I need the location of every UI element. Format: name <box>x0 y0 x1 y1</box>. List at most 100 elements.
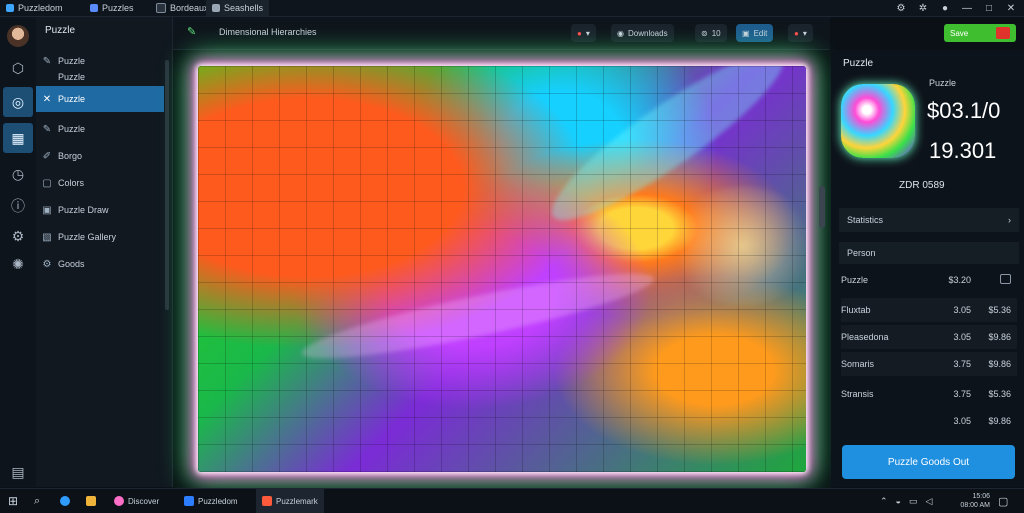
zoom-button[interactable]: ⊚ 10 <box>695 24 727 42</box>
extensions-icon[interactable]: ⚙ <box>890 0 912 16</box>
cube-icon[interactable]: ⬡ <box>3 53 33 83</box>
title-tab-2[interactable]: Puzzles <box>84 0 140 16</box>
record-button[interactable]: ● ▾ <box>571 24 596 42</box>
leaf-icon[interactable]: ✎ <box>187 25 196 38</box>
sidebar-item-2[interactable]: Puzzle <box>36 69 164 85</box>
record-icon <box>996 27 1010 39</box>
panel-title: Puzzle <box>843 58 874 69</box>
settings-icon[interactable]: ✲ <box>912 0 934 16</box>
canvas-path: Dimensional Hierarchies <box>219 27 317 37</box>
info-icon[interactable]: ⓘ <box>3 191 33 221</box>
frame-icon: ▧ <box>42 231 52 243</box>
sidebar: Puzzle ✎ Puzzle Puzzle ✕ Puzzle ✎ Puzzle ✐ B… <box>36 17 173 487</box>
tab-icon <box>212 4 220 12</box>
stop-button[interactable]: ● ▾ <box>788 24 813 42</box>
notifications-icon[interactable]: ▢ <box>998 489 1008 513</box>
sidebar-item-4[interactable]: ✎ Puzzle <box>36 116 164 142</box>
title-tab-1[interactable]: Puzzledom <box>0 0 69 16</box>
chevron-down-icon: ▾ <box>585 28 590 38</box>
app-icon <box>184 496 194 506</box>
taskbar-item-3[interactable]: Puzzlemark <box>256 489 324 513</box>
battery-icon: ▭ <box>908 495 918 506</box>
title-bar: Puzzledom Puzzles Bordeaux Seashells ⚙ ✲… <box>0 0 1024 17</box>
puzzle-board[interactable] <box>198 66 806 472</box>
panel-icon[interactable]: ▤ <box>3 457 33 487</box>
taskbar-item-1[interactable]: Discover <box>114 489 159 513</box>
puzzle-icon[interactable]: ◎ <box>3 87 33 117</box>
table-row[interactable]: Pleasedona 3.05 $9.86 <box>841 325 1017 349</box>
wifi-icon: ◒ <box>895 496 901 506</box>
sidebar-scrollbar[interactable] <box>165 60 169 310</box>
table-header: Person <box>839 242 1019 264</box>
canvas-scrollbar[interactable] <box>819 186 825 228</box>
card-icon <box>1000 274 1011 284</box>
gear-icon[interactable]: ⚙ <box>3 221 33 251</box>
edit-button[interactable]: ▣ Edit <box>736 24 774 42</box>
app-icon <box>262 496 272 506</box>
zoom-icon: ⊚ <box>701 28 708 38</box>
record-icon: ● <box>577 28 582 38</box>
panel-code: ZDR 0589 <box>899 180 945 191</box>
start-icon[interactable]: ⊞ <box>8 489 18 513</box>
close-button[interactable]: ✕ <box>1000 0 1022 16</box>
icon-rail: ⬡ ◎ ▦ ◷ ⓘ ⚙ ✺ ▤ <box>0 17 37 487</box>
sidebar-item-3[interactable]: ✕ Puzzle <box>36 86 164 112</box>
app-icon <box>6 4 14 12</box>
grid-icon[interactable]: ▦ <box>3 123 33 153</box>
title-tab-4[interactable]: Seashells <box>206 0 270 16</box>
clock[interactable]: 15:06 08:00 AM <box>952 492 990 510</box>
search-icon[interactable]: ⌕ <box>34 489 40 513</box>
sidebar-title: Puzzle <box>45 25 76 36</box>
puzzle-thumbnail <box>841 84 915 158</box>
table-row[interactable]: 3.05 $9.86 <box>841 409 1017 433</box>
gear-icon: ⚙ <box>42 258 52 270</box>
statistics-section[interactable]: Statistics › <box>839 208 1019 232</box>
box-icon: ▢ <box>42 177 52 189</box>
puzzle-grid <box>198 66 806 472</box>
right-panel: Puzzle Puzzle $03.1/0 19.301 ZDR 0589 St… <box>831 50 1024 487</box>
chevron-down-icon: ▾ <box>802 28 807 38</box>
user-icon[interactable]: ● <box>934 0 956 16</box>
folder-icon[interactable] <box>86 489 96 513</box>
minimize-button[interactable]: — <box>956 0 978 16</box>
chevron-right-icon: › <box>1008 215 1011 225</box>
table-row[interactable]: Somaris 3.75 $9.86 <box>841 352 1017 376</box>
sidebar-item-6[interactable]: ▢ Colors <box>36 170 164 196</box>
sidebar-item-5[interactable]: ✐ Borgo <box>36 143 164 169</box>
system-tray[interactable]: ⌃ ◒ ▭ ◁ <box>880 489 932 513</box>
panel-subtitle: Puzzle <box>929 78 957 88</box>
tab-icon <box>90 4 98 12</box>
download-icon: ◉ <box>617 28 624 38</box>
stop-icon: ● <box>794 28 799 38</box>
tab-icon <box>156 3 166 13</box>
title-tab-3[interactable]: Bordeaux <box>150 0 215 16</box>
avatar[interactable] <box>3 21 33 51</box>
save-button[interactable]: Save <box>944 24 1016 42</box>
panel-score: 19.301 <box>929 138 997 163</box>
cta-button[interactable]: Puzzle Goods Out <box>842 445 1015 479</box>
edit-icon: ▣ <box>742 28 750 38</box>
settings-icon[interactable]: ✺ <box>3 249 33 279</box>
downloads-button[interactable]: ◉ Downloads <box>611 24 674 42</box>
table-row[interactable]: Puzzle $3.20 <box>841 268 1017 292</box>
app-icon <box>114 496 124 506</box>
table-row[interactable]: Fluxtab 3.05 $5.36 <box>841 298 1017 322</box>
volume-icon: ◁ <box>925 495 933 506</box>
clock-icon[interactable]: ◷ <box>3 159 33 189</box>
sidebar-item-9[interactable]: ⚙ Goods <box>36 251 164 277</box>
toolbar: ✎ Dimensional Hierarchies ● ▾ ◉ Downloads … <box>173 17 830 50</box>
taskbar-item-2[interactable]: Puzzledom <box>184 489 238 513</box>
chevron-up-icon: ⌃ <box>880 495 888 506</box>
table-row[interactable]: Stransis 3.75 $5.36 <box>841 382 1017 406</box>
browser-icon[interactable] <box>60 489 70 513</box>
pencil-icon: ✐ <box>42 150 52 162</box>
cross-icon: ✕ <box>42 93 52 105</box>
sidebar-item-7[interactable]: ▣ Puzzle Draw <box>36 197 164 223</box>
pen-icon: ✎ <box>42 55 52 67</box>
sidebar-item-8[interactable]: ▧ Puzzle Gallery <box>36 224 164 250</box>
panel-price: $03.1/0 <box>927 98 1001 123</box>
taskbar: ⊞ ⌕ Discover Puzzledom Puzzlemark ⌃ ◒ ▭ ◁ 1… <box>0 488 1024 513</box>
maximize-button[interactable]: □ <box>978 0 1000 16</box>
edit-icon: ✎ <box>42 123 52 135</box>
square-icon: ▣ <box>42 204 52 216</box>
